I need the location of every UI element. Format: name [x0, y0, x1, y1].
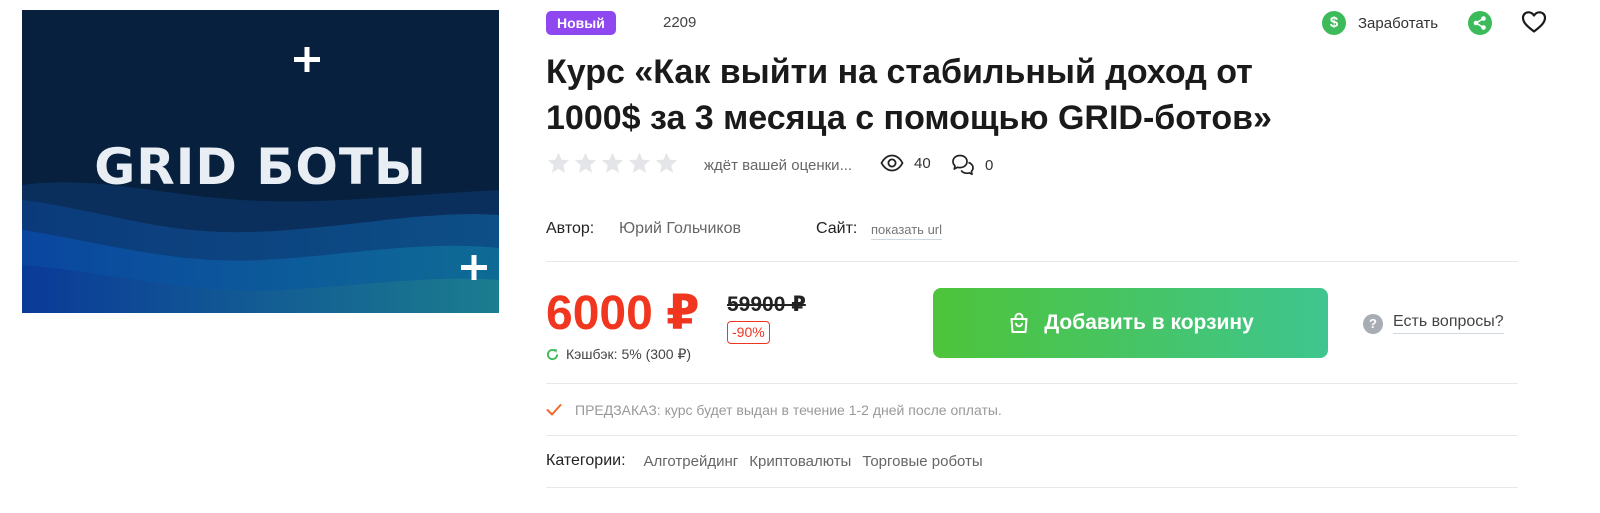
category-link[interactable]: Криптовалюты	[749, 453, 851, 470]
rating-stars[interactable]	[546, 151, 679, 176]
comments-count: 0	[985, 156, 994, 174]
shopping-bag-icon	[1010, 312, 1028, 333]
star-icon[interactable]	[654, 151, 679, 176]
views-count: 40	[914, 154, 931, 172]
cashback-text: Кэшбэк: 5% (300 ₽)	[566, 346, 692, 362]
star-icon[interactable]	[627, 151, 652, 176]
star-icon[interactable]	[546, 151, 571, 176]
preorder-text: ПРЕДЗАКАЗ: курс будет выдан в течение 1-…	[575, 402, 1002, 418]
questions-link[interactable]: ? Есть вопросы?	[1363, 313, 1504, 334]
cashback-info: Кэшбэк: 5% (300 ₽)	[546, 346, 691, 363]
star-icon[interactable]	[573, 151, 598, 176]
share-icon	[1473, 16, 1486, 30]
earn-label: Заработать	[1358, 14, 1439, 32]
divider	[546, 435, 1518, 436]
checkmark-icon	[546, 404, 562, 416]
add-to-cart-button[interactable]: Добавить в корзину	[933, 288, 1328, 358]
views-counter: 40	[880, 154, 931, 172]
share-button[interactable]	[1468, 11, 1492, 35]
old-price: 59900 ₽	[727, 293, 806, 316]
current-price: 6000 ₽	[546, 287, 700, 340]
divider	[546, 487, 1518, 488]
favorite-heart-icon[interactable]	[1521, 10, 1547, 34]
divider	[546, 383, 1518, 384]
eye-icon	[880, 154, 904, 172]
categories-label: Категории:	[546, 452, 626, 469]
questions-label: Есть вопросы?	[1393, 313, 1504, 334]
categories: Категории: Алготрейдинг Криптовалюты Тор…	[546, 452, 994, 470]
product-image[interactable]: GRID БОТЫ	[22, 10, 499, 313]
comment-bubbles-icon	[952, 154, 974, 176]
dollar-coin-icon: $	[1322, 11, 1346, 35]
star-icon[interactable]	[600, 151, 625, 176]
product-id: 2209	[663, 14, 697, 31]
rating-hint: ждёт вашей оценки...	[704, 157, 853, 174]
question-icon: ?	[1363, 313, 1383, 334]
site-label: Сайт:	[816, 220, 858, 237]
discount-badge: -90%	[727, 321, 770, 344]
comments-counter[interactable]: 0	[951, 153, 993, 177]
preorder-notice: ПРЕДЗАКАЗ: курс будет выдан в течение 1-…	[546, 402, 1002, 418]
show-url-link[interactable]: показать url	[871, 222, 943, 240]
category-link[interactable]: Торговые роботы	[862, 453, 982, 470]
new-badge: Новый	[546, 11, 616, 35]
refresh-icon	[546, 348, 559, 361]
banner-title: GRID БОТЫ	[94, 138, 427, 196]
author-link[interactable]: Юрий Гольчиков	[619, 220, 741, 238]
category-link[interactable]: Алготрейдинг	[644, 453, 739, 470]
author-label: Автор:	[546, 220, 595, 237]
product-title: Курс «Как выйти на стабильный доход от 1…	[546, 53, 1272, 137]
earn-button[interactable]: $ Заработать	[1322, 11, 1438, 35]
product-info: Новый 2209 $ Заработать Курс «Как выйти …	[546, 0, 1547, 513]
divider	[546, 261, 1518, 262]
add-to-cart-label: Добавить в корзину	[1044, 311, 1254, 334]
